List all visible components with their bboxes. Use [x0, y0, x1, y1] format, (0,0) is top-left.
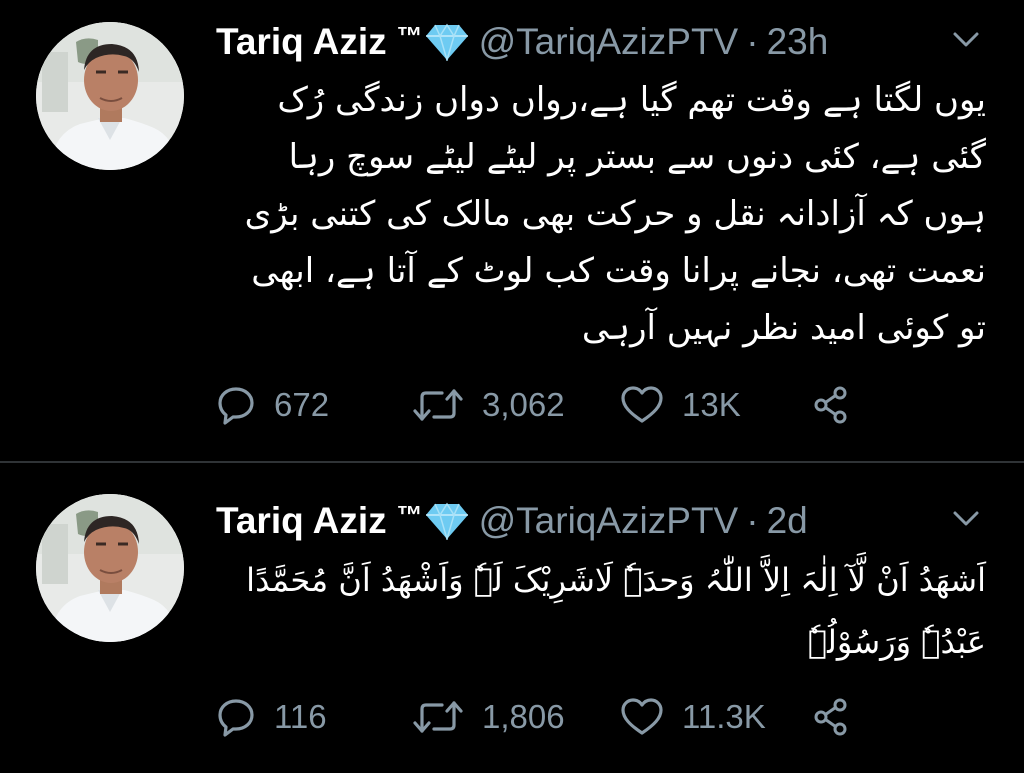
retweet-count: 3,062	[482, 386, 565, 423]
avatar[interactable]	[36, 494, 184, 642]
diamond-icon	[425, 23, 469, 61]
author-handle[interactable]: @TariqAzizPTV	[479, 21, 739, 63]
separator-dot: ·	[746, 500, 759, 541]
tweet-actions: 672 3,062 13K	[216, 380, 1024, 430]
author-display-name[interactable]: Tariq Aziz	[216, 21, 387, 63]
tweet[interactable]: Tariq Aziz ™ @TariqAzizPTV · 2d اَشھَدُ …	[0, 463, 1024, 773]
tweet-header: Tariq Aziz ™ @TariqAzizPTV · 2d	[216, 493, 1024, 549]
retweet-count: 1,806	[482, 698, 565, 735]
heart-icon	[620, 385, 664, 425]
tweet-text: یوں لگتا ہے وقت تھم گیا ہے،رواں دواں زند…	[244, 80, 986, 348]
reply-icon	[216, 385, 256, 425]
diamond-icon	[425, 502, 469, 540]
separator-dot: ·	[746, 21, 759, 62]
retweet-button[interactable]: 3,062	[412, 385, 620, 425]
author-display-name[interactable]: Tariq Aziz	[216, 500, 387, 542]
like-button[interactable]: 11.3K	[620, 697, 812, 737]
tweet-text: اَشھَدُ اَنْ لَّآ اِلٰہَ اِلاَّ اللّٰہُ …	[246, 561, 986, 661]
reply-count: 672	[274, 386, 330, 423]
chevron-down-icon[interactable]	[952, 30, 980, 50]
like-button[interactable]: 13K	[620, 385, 812, 425]
reply-button[interactable]: 672	[216, 385, 412, 425]
tweet-header: Tariq Aziz ™ @TariqAzizPTV · 23h	[216, 14, 1024, 70]
tweet-timestamp[interactable]: 23h	[767, 21, 829, 63]
share-button[interactable]	[812, 697, 852, 737]
like-count: 13K	[682, 386, 741, 423]
share-icon	[812, 697, 852, 737]
avatar[interactable]	[36, 22, 184, 170]
tweet-timestamp[interactable]: 2d	[767, 500, 808, 542]
reply-icon	[216, 697, 256, 737]
retweet-icon	[412, 385, 464, 425]
reply-button[interactable]: 116	[216, 697, 412, 737]
reply-count: 116	[274, 698, 327, 735]
heart-icon	[620, 697, 664, 737]
retweet-icon	[412, 697, 464, 737]
share-button[interactable]	[812, 385, 852, 425]
tweet-actions: 116 1,806 11.3K	[216, 692, 1024, 742]
retweet-button[interactable]: 1,806	[412, 697, 620, 737]
tweet[interactable]: Tariq Aziz ™ @TariqAzizPTV · 23h یوں لگت…	[0, 0, 1024, 462]
trademark-symbol: ™	[396, 499, 423, 530]
share-icon	[812, 385, 852, 425]
like-count: 11.3K	[682, 698, 766, 735]
chevron-down-icon[interactable]	[952, 509, 980, 529]
author-handle[interactable]: @TariqAzizPTV	[479, 500, 739, 542]
trademark-symbol: ™	[396, 20, 423, 51]
